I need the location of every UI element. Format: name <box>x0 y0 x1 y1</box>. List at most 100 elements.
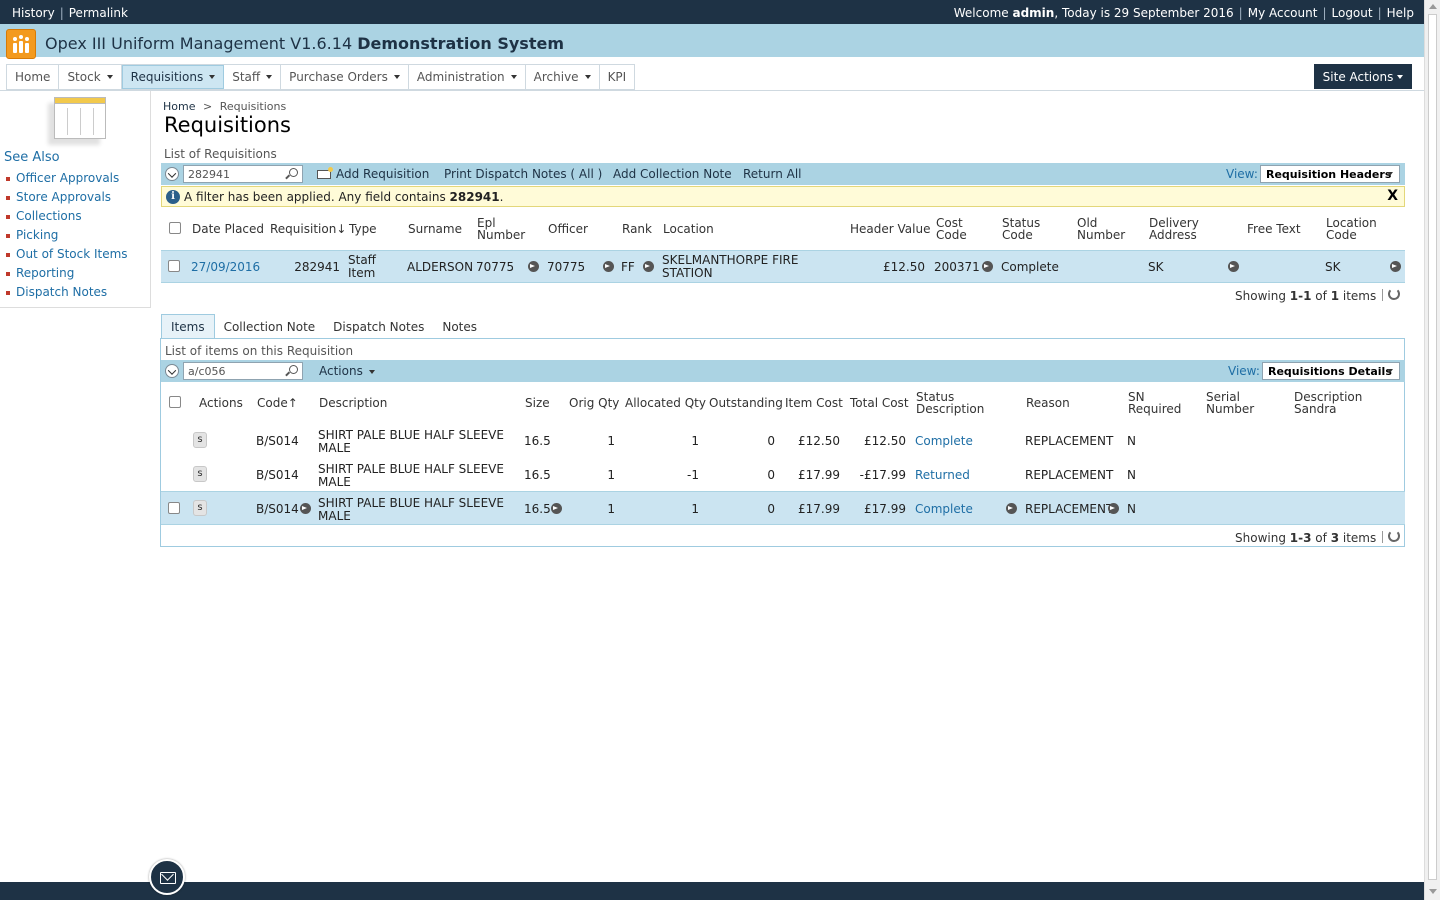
col-type[interactable]: Type <box>349 223 377 235</box>
col-requisition[interactable]: Requisition↓ <box>270 223 346 235</box>
col-actions[interactable]: Actions <box>199 397 243 409</box>
logout-link[interactable]: Logout <box>1332 6 1373 20</box>
item-code: B/S014 <box>256 434 299 448</box>
col-location[interactable]: Location <box>663 223 714 235</box>
nav-administration[interactable]: Administration <box>408 65 526 89</box>
add-collection-note-button[interactable]: Add Collection Note <box>613 167 732 181</box>
epl-go-icon[interactable] <box>528 261 539 272</box>
tab-collection-note[interactable]: Collection Note <box>214 314 325 339</box>
nav-archive[interactable]: Archive <box>525 65 600 89</box>
collapse-toggle-icon[interactable] <box>165 167 179 181</box>
location-code-go-icon[interactable] <box>1390 261 1401 272</box>
col-delivery-address[interactable]: Delivery Address <box>1149 217 1199 241</box>
items-select-all-checkbox[interactable] <box>169 396 181 408</box>
mail-icon[interactable] <box>149 859 185 895</box>
row-action-s-button[interactable]: s <box>193 466 207 482</box>
cost-code-go-icon[interactable] <box>982 261 993 272</box>
col-code[interactable]: Code↑ <box>257 397 298 409</box>
col-free-text[interactable]: Free Text <box>1247 223 1301 235</box>
row-checkbox[interactable] <box>168 260 180 272</box>
col-rank[interactable]: Rank <box>622 223 652 235</box>
refresh-icon[interactable] <box>1388 530 1400 542</box>
scroll-thumb[interactable] <box>1428 14 1437 880</box>
my-account-link[interactable]: My Account <box>1248 6 1318 20</box>
item-status[interactable]: Returned <box>915 469 970 482</box>
sidebar-item-store-approvals[interactable]: Store Approvals <box>6 190 128 209</box>
app-logo-icon[interactable] <box>6 29 36 59</box>
col-sn-required[interactable]: SN Required <box>1128 391 1181 415</box>
items-actions-menu[interactable]: Actions <box>319 364 375 378</box>
col-reason[interactable]: Reason <box>1026 397 1070 409</box>
breadcrumb-home[interactable]: Home <box>163 100 195 113</box>
items-search-input[interactable]: a/c056 <box>183 362 303 380</box>
tab-dispatch-notes[interactable]: Dispatch Notes <box>324 314 434 339</box>
sidebar-item-picking[interactable]: Picking <box>6 228 128 247</box>
rank-go-icon[interactable] <box>643 261 654 272</box>
permalink-link[interactable]: Permalink <box>69 6 128 20</box>
scroll-down-icon[interactable] <box>1429 889 1437 894</box>
item-status[interactable]: Complete <box>915 435 973 448</box>
col-outstanding[interactable]: Outstanding <box>709 397 783 409</box>
history-link[interactable]: History <box>12 6 55 20</box>
item-status[interactable]: Complete <box>915 503 973 516</box>
nav-requisitions[interactable]: Requisitions <box>121 65 225 89</box>
tab-items[interactable]: Items <box>161 314 215 339</box>
col-description[interactable]: Description <box>319 397 387 409</box>
items-collapse-toggle-icon[interactable] <box>165 364 179 378</box>
col-old-number[interactable]: Old Number <box>1077 217 1125 241</box>
view-select-requisitions-details[interactable]: Requisitions Details <box>1262 362 1400 380</box>
col-status-description[interactable]: Status Description <box>916 391 984 415</box>
nav-purchase-orders[interactable]: Purchase Orders <box>281 65 409 89</box>
col-orig-qty[interactable]: Orig Qty <box>569 397 619 409</box>
col-date-placed[interactable]: Date Placed <box>192 223 264 235</box>
return-all-button[interactable]: Return All <box>743 167 802 181</box>
nav-staff[interactable]: Staff <box>224 65 282 89</box>
tab-notes[interactable]: Notes <box>433 314 487 339</box>
col-allocated-qty[interactable]: Allocated Qty <box>625 397 706 409</box>
col-status-code[interactable]: Status Code <box>1002 217 1040 241</box>
sidebar-item-officer-approvals[interactable]: Officer Approvals <box>6 171 128 190</box>
sidebar-item-dispatch-notes[interactable]: Dispatch Notes <box>6 285 128 304</box>
scroll-up-icon[interactable] <box>1429 4 1437 9</box>
col-epl-number[interactable]: Epl Number <box>477 217 525 241</box>
officer-go-icon[interactable] <box>603 261 614 272</box>
select-all-checkbox[interactable] <box>169 222 181 234</box>
nav-home[interactable]: Home <box>7 65 60 89</box>
row-action-s-button[interactable]: s <box>193 432 207 448</box>
date-placed-link[interactable]: 27/09/2016 <box>191 261 260 274</box>
row-checkbox[interactable] <box>168 502 180 514</box>
site-actions-button[interactable]: Site Actions <box>1314 64 1412 89</box>
row-action-s-button[interactable]: s <box>193 500 207 516</box>
sidebar-item-reporting[interactable]: Reporting <box>6 266 128 285</box>
col-description-sandra[interactable]: Description Sandra <box>1294 391 1362 415</box>
col-total-cost[interactable]: Total Cost <box>850 397 909 409</box>
sidebar-item-collections[interactable]: Collections <box>6 209 128 228</box>
col-size[interactable]: Size <box>525 397 550 409</box>
col-header-value[interactable]: Header Value <box>850 223 930 235</box>
sidebar-item-out-of-stock[interactable]: Out of Stock Items <box>6 247 128 266</box>
col-item-cost[interactable]: Item Cost <box>785 397 843 409</box>
col-serial-number[interactable]: Serial Number <box>1206 391 1254 415</box>
nav-archive-label: Archive <box>533 70 579 84</box>
view-select-requisition-headers[interactable]: Requisition Headers <box>1260 165 1400 183</box>
reason-go-icon[interactable] <box>1108 503 1119 514</box>
add-requisition-button[interactable]: Add Requisition <box>317 167 429 181</box>
requisition-search-input[interactable]: 282941 <box>183 165 303 183</box>
print-dispatch-notes-button[interactable]: Print Dispatch Notes ( All ) <box>444 167 602 181</box>
vertical-scrollbar[interactable] <box>1424 0 1440 900</box>
col-location-code[interactable]: Location Code <box>1326 217 1377 241</box>
close-filter-icon[interactable]: X <box>1387 188 1398 204</box>
col-surname[interactable]: Surname <box>408 223 462 235</box>
delivery-go-icon[interactable] <box>1228 261 1239 272</box>
col-officer[interactable]: Officer <box>548 223 588 235</box>
nav-kpi[interactable]: KPI <box>599 65 636 89</box>
code-go-icon[interactable] <box>300 503 311 514</box>
search-icon[interactable] <box>289 168 298 177</box>
col-cost-code[interactable]: Cost Code <box>936 217 967 241</box>
refresh-icon[interactable] <box>1388 288 1400 300</box>
status-go-icon[interactable] <box>1006 503 1017 514</box>
nav-stock[interactable]: Stock <box>59 65 122 89</box>
help-link[interactable]: Help <box>1387 6 1414 20</box>
search-icon[interactable] <box>289 365 298 374</box>
size-go-icon[interactable] <box>551 503 562 514</box>
